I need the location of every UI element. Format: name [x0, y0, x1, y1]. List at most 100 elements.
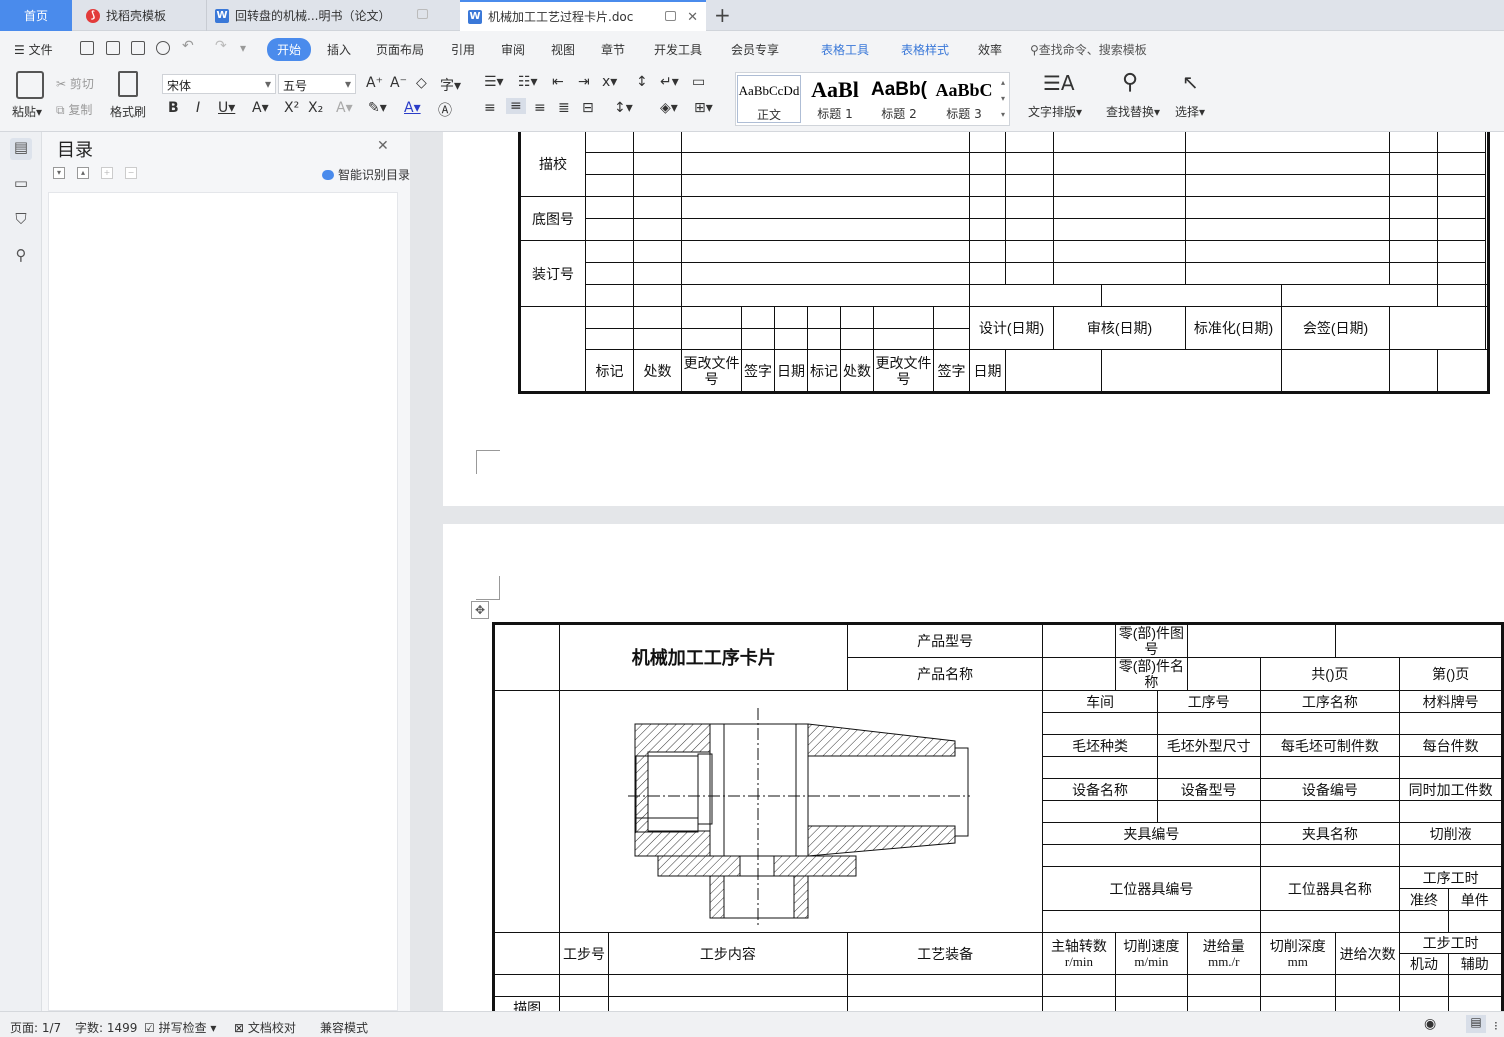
bold-icon[interactable]: B — [168, 100, 179, 116]
select-cursor-icon[interactable]: ↖ — [1182, 70, 1199, 94]
sort-icon[interactable]: ↕ — [636, 74, 648, 90]
menu-start[interactable]: 开始 — [267, 38, 312, 61]
menu-chapter[interactable]: 章节 — [601, 41, 625, 58]
eye-protect-icon[interactable]: ◉ — [1424, 1016, 1436, 1032]
text-layout-icon[interactable]: ☰A — [1043, 71, 1075, 95]
menu-view[interactable]: 视图 — [551, 41, 575, 58]
paste-button[interactable]: 粘贴▾ — [12, 103, 42, 120]
italic-icon[interactable]: I — [196, 100, 200, 116]
redo-icon[interactable]: ↷ — [215, 38, 227, 54]
outline-view-icon[interactable]: ⁝ — [1494, 1019, 1498, 1033]
menu-file[interactable]: ☰ 文件 — [14, 41, 53, 58]
menu-insert[interactable]: 插入 — [327, 41, 351, 58]
command-search[interactable]: ⚲查找命令、搜索模板 — [1030, 41, 1147, 58]
tab-pin-icon[interactable] — [417, 9, 428, 19]
strikethrough-icon[interactable]: A▾ — [252, 100, 269, 116]
remove-level-icon[interactable]: − — [125, 167, 137, 179]
clear-format-icon[interactable]: ◇ — [416, 75, 427, 91]
subscript-icon[interactable]: X₂ — [308, 100, 323, 116]
paste-icon[interactable] — [16, 71, 44, 99]
undo-icon[interactable]: ↶ — [182, 38, 194, 54]
shading-icon[interactable]: ◈▾ — [660, 100, 678, 116]
tab-pin-icon[interactable] — [665, 11, 676, 21]
cut-button[interactable]: ✂ 剪切 — [56, 75, 94, 92]
superscript-icon[interactable]: X² — [284, 100, 299, 116]
menu-references[interactable]: 引用 — [451, 41, 475, 58]
font-size-select[interactable]: 五号 ▾ — [278, 74, 356, 94]
collapse-up-icon[interactable]: ▴ — [77, 167, 89, 179]
preview-icon[interactable] — [156, 41, 170, 55]
tab-process-card-doc[interactable]: W 机械加工工艺过程卡片.doc ✕ — [460, 0, 706, 31]
char-border-icon[interactable]: Ⓐ — [438, 100, 452, 120]
menu-table-tools[interactable]: 表格工具 — [821, 41, 869, 58]
font-family-select[interactable]: 宋体 ▾ — [162, 74, 276, 94]
word-count[interactable]: 字数: 1499 — [75, 1019, 137, 1036]
find-replace-button[interactable]: 查找替换▾ — [1106, 103, 1160, 120]
text-effect-icon[interactable]: A▾ — [336, 100, 353, 116]
copy-button[interactable]: ⧉ 复制 — [56, 101, 92, 118]
format-painter-icon[interactable] — [118, 71, 138, 97]
text-layout-button[interactable]: 文字排版▾ — [1028, 103, 1082, 120]
spell-check-button[interactable]: ☑ 拼写检查 ▾ — [144, 1019, 216, 1036]
add-level-icon[interactable]: + — [101, 167, 113, 179]
highlight-icon[interactable]: ✎▾ — [368, 100, 387, 116]
font-color-icon[interactable]: A▾ — [404, 100, 421, 116]
more-chevron-icon[interactable]: ▾ — [240, 41, 246, 55]
style-normal[interactable]: AaBbCcDd 正文 — [737, 75, 801, 123]
toc-list[interactable] — [48, 192, 398, 1011]
numbered-list-icon[interactable]: ☷▾ — [518, 74, 538, 90]
menu-page-layout[interactable]: 页面布局 — [376, 41, 424, 58]
step-header-with-unit: 切削深度 mm — [1259, 932, 1336, 975]
toc-panel-icon[interactable]: ▤ — [10, 138, 32, 160]
document-canvas[interactable]: 描校 底图号 装订号 设计(日期) 审核(日期) 标准化(日期) 会签(日期) 标记 … — [410, 132, 1504, 1011]
bullet-list-icon[interactable]: ☰▾ — [484, 74, 504, 90]
indent-icon[interactable]: ⇥ — [578, 74, 590, 90]
shrink-font-icon[interactable]: A⁻ — [390, 75, 407, 91]
justify-icon[interactable]: ≣ — [558, 100, 570, 116]
tab-close-icon[interactable]: ✕ — [687, 10, 698, 25]
borders-icon[interactable]: ⊞▾ — [694, 100, 713, 116]
menu-dev-tools[interactable]: 开发工具 — [654, 41, 702, 58]
doc-proofread-button[interactable]: ⊠ 文档校对 — [234, 1019, 296, 1036]
toc-close-icon[interactable]: ✕ — [377, 138, 389, 154]
style-heading-3[interactable]: AaBbC 标题 3 — [932, 75, 996, 123]
find-replace-icon[interactable]: ⚲ — [1122, 70, 1138, 95]
style-heading-2[interactable]: AaBb(标题 2 — [867, 75, 931, 123]
tab-thesis-doc[interactable]: W 回转盘的机械...明书（论文） — [206, 0, 458, 31]
format-painter-button[interactable]: 格式刷 — [110, 103, 146, 120]
field-label: 每毛坯可制件数 — [1259, 734, 1401, 757]
line-spacing-icon[interactable]: ↕▾ — [614, 100, 633, 116]
grow-font-icon[interactable]: A⁺ — [366, 75, 383, 91]
ruler-icon[interactable]: ▭ — [692, 74, 705, 90]
chinese-layout-icon[interactable]: ⅹ▾ — [602, 74, 617, 90]
align-right-icon[interactable]: ≡ — [534, 100, 546, 116]
new-tab-button[interactable]: + — [714, 3, 731, 27]
select-button[interactable]: 选择▾ — [1175, 103, 1205, 120]
export-icon[interactable] — [106, 41, 120, 55]
align-left-icon[interactable]: ≡ — [484, 100, 496, 116]
align-center-icon[interactable]: ≡ — [506, 98, 526, 114]
phonetic-icon[interactable]: 字▾ — [440, 75, 461, 95]
page-indicator[interactable]: 页面: 1/7 — [10, 1019, 61, 1036]
page-view-icon[interactable]: ▤ — [1466, 1015, 1486, 1033]
expand-down-icon[interactable]: ▾ — [53, 167, 65, 179]
bookmark-icon[interactable]: ⛉ — [10, 210, 32, 232]
style-heading-1[interactable]: AaBl 标题 1 — [803, 75, 867, 123]
menu-efficiency[interactable]: 效率 — [978, 41, 1002, 58]
smart-toc-button[interactable]: 智能识别目录 — [322, 166, 410, 183]
menu-vip[interactable]: 会员专享 — [731, 41, 779, 58]
tab-home[interactable]: 首页 — [0, 0, 72, 31]
chapter-nav-icon[interactable]: ▭ — [10, 174, 32, 196]
print-icon[interactable] — [131, 41, 145, 55]
outdent-icon[interactable]: ⇤ — [552, 74, 564, 90]
distribute-icon[interactable]: ⊟ — [582, 100, 594, 116]
save-icon[interactable] — [80, 41, 94, 55]
search-icon[interactable]: ⚲ — [10, 246, 32, 268]
menu-table-style[interactable]: 表格样式 — [901, 41, 949, 58]
style-scroll-icon[interactable]: ▴ ▾ ▾ — [1001, 75, 1005, 123]
menu-review[interactable]: 审阅 — [501, 41, 525, 58]
table-move-handle-icon[interactable]: ✥ — [471, 601, 489, 619]
tab-templates[interactable]: ⟆ 找稻壳模板 — [78, 0, 204, 31]
underline-icon[interactable]: U▾ — [218, 100, 235, 116]
line-break-icon[interactable]: ↵▾ — [660, 74, 679, 90]
